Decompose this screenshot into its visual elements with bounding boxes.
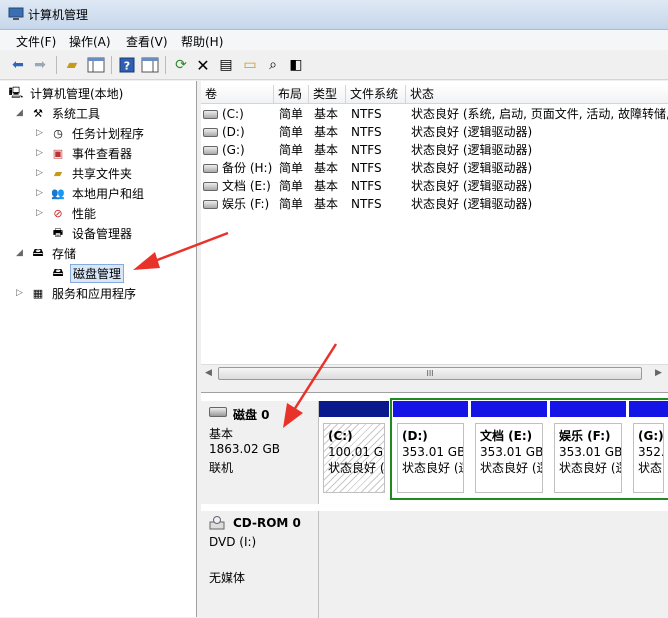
- annotation-arrows: [133, 231, 338, 428]
- annotation-arrow-to-disk-management: [133, 231, 229, 270]
- annotation-arrow-to-disk0: [283, 343, 338, 428]
